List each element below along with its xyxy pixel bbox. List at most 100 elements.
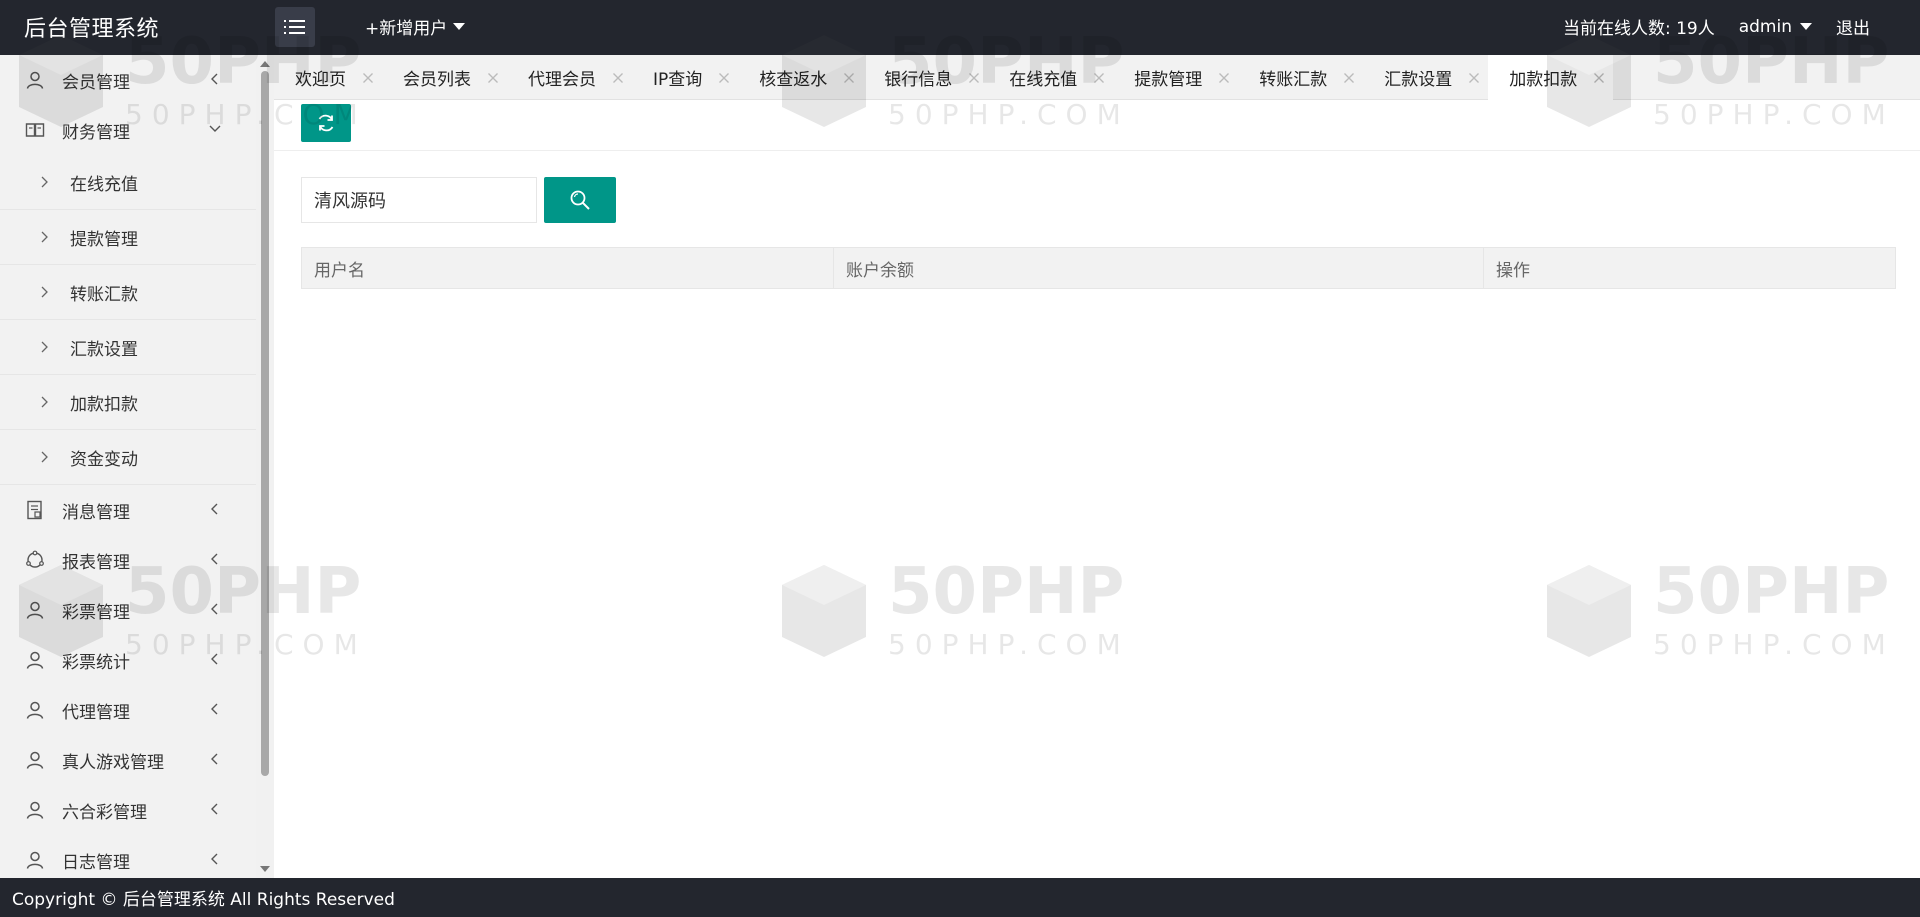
tab-6[interactable]: 在线充值 bbox=[988, 55, 1113, 100]
tab-1[interactable]: 会员列表 bbox=[382, 55, 507, 100]
user-icon bbox=[24, 749, 46, 771]
sidebar-subitem-label: 汇款设置 bbox=[70, 339, 138, 360]
tab-label: 在线充值 bbox=[1009, 70, 1078, 90]
close-icon[interactable] bbox=[487, 72, 499, 84]
sidebar-subitem-1[interactable]: 提款管理 bbox=[0, 210, 256, 265]
user-icon bbox=[24, 849, 46, 871]
chevron-left-icon bbox=[211, 603, 218, 615]
chevron-right-icon bbox=[41, 396, 48, 408]
sidebar-subitem-5[interactable]: 资金变动 bbox=[0, 430, 256, 485]
chevron-right-icon bbox=[41, 231, 48, 243]
sidebar: 会员管理财务管理在线充值提款管理转账汇款汇款设置加款扣款 资金变动消息管理报表管理… bbox=[0, 55, 256, 878]
tab-7[interactable]: 提款管理 bbox=[1113, 55, 1238, 100]
sidebar-item-label: 代理管理 bbox=[62, 702, 130, 723]
sidebar-item-9[interactable]: 日志管理 bbox=[0, 835, 256, 878]
close-icon[interactable] bbox=[1218, 72, 1230, 84]
sidebar-item-3[interactable]: 报表管理 bbox=[0, 535, 256, 585]
sidebar-item-8[interactable]: 六合彩管理 bbox=[0, 785, 256, 835]
sidebar-item-5[interactable]: 彩票统计 bbox=[0, 635, 256, 685]
cycle-icon bbox=[24, 549, 46, 571]
sidebar-item-label: 六合彩管理 bbox=[62, 802, 147, 823]
sidebar-subitem-0[interactable]: 在线充值 bbox=[0, 155, 256, 210]
chevron-left-icon bbox=[211, 503, 218, 515]
close-icon[interactable] bbox=[843, 72, 855, 84]
close-icon[interactable] bbox=[362, 72, 374, 84]
tab-2[interactable]: 代理会员 bbox=[507, 55, 632, 100]
sidebar-item-2[interactable]: 消息管理 bbox=[0, 485, 256, 535]
column-header-username: 用户名 bbox=[301, 247, 834, 289]
tab-label: 会员列表 bbox=[403, 70, 471, 90]
sidebar-item-7[interactable]: 真人游戏管理 bbox=[0, 735, 256, 785]
sidebar-item-0[interactable]: 会员管理 bbox=[0, 55, 256, 105]
sidebar-subitem-2[interactable]: 转账汇款 bbox=[0, 265, 256, 320]
sidebar-scrollbar[interactable] bbox=[256, 55, 274, 878]
add-user-dropdown[interactable]: +新增用户 bbox=[365, 14, 466, 39]
sidebar-item-4[interactable]: 彩票管理 bbox=[0, 585, 256, 635]
close-icon[interactable] bbox=[968, 72, 980, 84]
search-icon bbox=[570, 190, 590, 210]
chevron-left-icon bbox=[211, 703, 218, 715]
tab-5[interactable]: 银行信息 bbox=[863, 55, 988, 100]
chevron-left-icon bbox=[211, 853, 218, 865]
close-icon[interactable] bbox=[718, 72, 730, 84]
tab-0[interactable]: 欢迎页 bbox=[274, 55, 382, 100]
logout-link[interactable]: 退出 bbox=[1836, 14, 1870, 39]
sidebar-item-label: 彩票统计 bbox=[62, 652, 130, 673]
tab-8[interactable]: 转账汇款 bbox=[1238, 55, 1363, 100]
tab-label: 核查返水 bbox=[759, 70, 828, 90]
refresh-button[interactable] bbox=[301, 104, 351, 142]
chevron-left-icon bbox=[211, 653, 218, 665]
online-count: 当前在线人数: 19人 bbox=[1562, 19, 1715, 39]
close-icon[interactable] bbox=[612, 72, 624, 84]
user-icon bbox=[24, 599, 46, 621]
sidebar-subitem-3[interactable]: 汇款设置 bbox=[0, 320, 256, 375]
list-icon bbox=[284, 20, 305, 34]
user-icon bbox=[24, 699, 46, 721]
scroll-down-arrow-icon[interactable] bbox=[260, 866, 270, 872]
copyright-text: Copyright © 后台管理系统 All Rights Reserved bbox=[12, 890, 395, 910]
sidebar-subitem-4[interactable]: 加款扣款 bbox=[0, 375, 256, 430]
footer: Copyright © 后台管理系统 All Rights Reserved bbox=[0, 878, 1920, 917]
close-icon[interactable] bbox=[1093, 72, 1105, 84]
tab-9[interactable]: 汇款设置 bbox=[1363, 55, 1488, 100]
search-button[interactable] bbox=[544, 177, 616, 223]
chevron-left-icon bbox=[211, 73, 218, 85]
tab-label: 提款管理 bbox=[1134, 70, 1203, 90]
table-header-row: 用户名 账户余额 操作 bbox=[301, 247, 1896, 289]
tab-label: 银行信息 bbox=[884, 70, 953, 90]
sidebar-subitem-label: 转账汇款 bbox=[70, 284, 138, 305]
chevron-right-icon bbox=[41, 451, 48, 463]
tab-label: 加款扣款 bbox=[1509, 70, 1578, 90]
tab-4[interactable]: 核查返水 bbox=[738, 55, 863, 100]
search-input[interactable] bbox=[301, 177, 537, 223]
sidebar-item-1[interactable]: 财务管理 bbox=[0, 105, 256, 155]
close-icon[interactable] bbox=[1343, 72, 1355, 84]
close-icon[interactable] bbox=[1468, 72, 1480, 84]
refresh-icon bbox=[318, 114, 334, 132]
sidebar-subitem-label: 提款管理 bbox=[70, 229, 138, 250]
user-icon bbox=[24, 649, 46, 671]
data-table: 用户名 账户余额 操作 bbox=[301, 247, 1896, 289]
sidebar-item-label: 财务管理 bbox=[62, 122, 130, 143]
add-user-label: +新增用户 bbox=[365, 19, 448, 39]
tab-label: 欢迎页 bbox=[295, 70, 346, 90]
scroll-up-arrow-icon[interactable] bbox=[260, 61, 270, 67]
scroll-thumb[interactable] bbox=[261, 71, 269, 776]
chevron-right-icon bbox=[41, 341, 48, 353]
toolbar bbox=[274, 100, 1920, 151]
sidebar-item-label: 彩票管理 bbox=[62, 602, 130, 623]
column-header-balance: 账户余额 bbox=[833, 247, 1484, 289]
tab-label: 汇款设置 bbox=[1384, 70, 1453, 90]
caret-down-icon bbox=[1800, 23, 1812, 30]
menu-toggle-button[interactable] bbox=[275, 7, 315, 47]
sidebar-subitem-label: 在线充值 bbox=[70, 174, 138, 195]
tab-label: 转账汇款 bbox=[1259, 70, 1328, 90]
close-icon[interactable] bbox=[1593, 72, 1605, 84]
sidebar-item-label: 消息管理 bbox=[62, 502, 130, 523]
tab-10[interactable]: 加款扣款 bbox=[1488, 55, 1614, 100]
tab-label: 代理会员 bbox=[528, 70, 596, 90]
tab-3[interactable]: IP查询 bbox=[632, 55, 738, 100]
admin-dropdown[interactable]: admin bbox=[1739, 17, 1812, 37]
admin-label: admin bbox=[1738, 16, 1792, 37]
sidebar-item-6[interactable]: 代理管理 bbox=[0, 685, 256, 735]
